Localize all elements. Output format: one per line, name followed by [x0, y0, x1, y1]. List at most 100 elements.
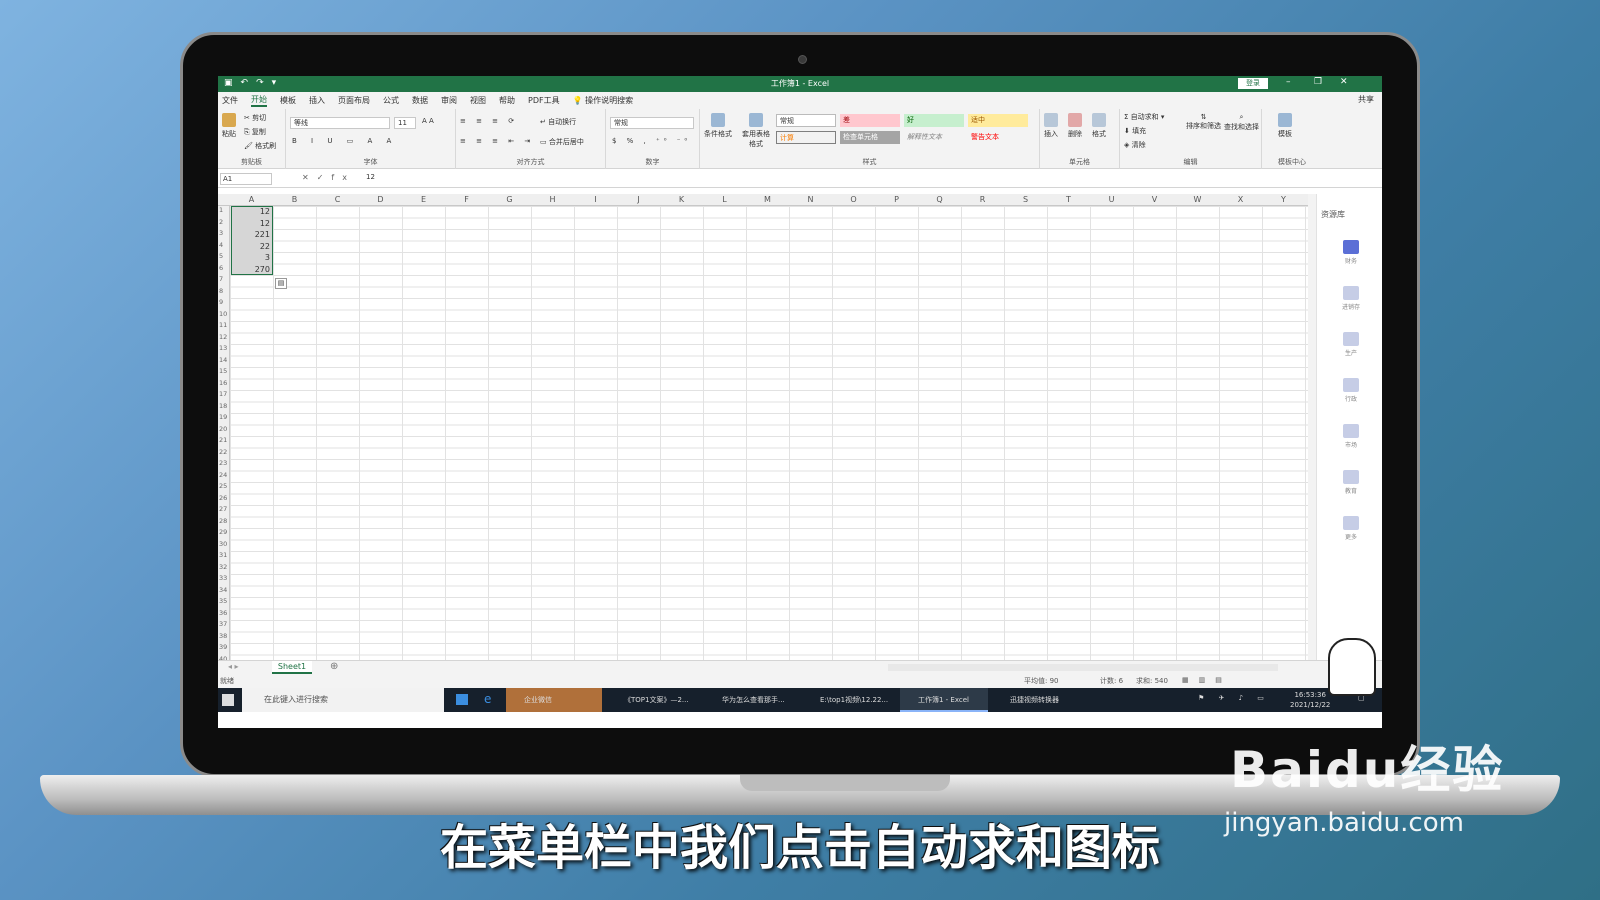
row-header[interactable]: 33 [219, 574, 227, 582]
column-header[interactable]: D [359, 195, 402, 204]
column-header[interactable]: S [1004, 195, 1047, 204]
side-panel-item[interactable]: 市场 [1335, 424, 1367, 449]
clear-button[interactable]: ◈ 清除 [1124, 140, 1146, 150]
vertical-scrollbar[interactable] [1308, 194, 1316, 660]
ie-browser-icon[interactable]: e [484, 692, 491, 706]
row-header[interactable]: 19 [219, 413, 227, 421]
row-header[interactable]: 17 [219, 390, 227, 398]
quick-analysis-icon[interactable]: ▤ [275, 278, 287, 289]
format-cells-button[interactable]: 格式 [1092, 113, 1106, 139]
cell-a4[interactable]: 22 [234, 242, 270, 251]
taskbar-item-wecom[interactable]: 企业微信 [506, 688, 602, 712]
style-explanatory[interactable]: 解释性文本 [904, 131, 964, 144]
row-header[interactable]: 16 [219, 379, 227, 387]
templates-button[interactable]: 模板 [1278, 113, 1292, 139]
row-header[interactable]: 7 [219, 275, 223, 283]
row-header[interactable]: 10 [219, 310, 227, 318]
row-header[interactable]: 32 [219, 563, 227, 571]
row-header[interactable]: 31 [219, 551, 227, 559]
row-header[interactable]: 27 [219, 505, 227, 513]
row-header[interactable]: 35 [219, 597, 227, 605]
style-normal[interactable]: 常规 [776, 114, 836, 127]
column-header[interactable]: W [1176, 195, 1219, 204]
tab-pdf-tools[interactable]: PDF工具 [528, 95, 560, 106]
column-header[interactable]: T [1047, 195, 1090, 204]
column-header[interactable]: B [273, 195, 316, 204]
find-select-button[interactable]: ⌕ 查找和选择 [1224, 113, 1259, 132]
row-header[interactable]: 29 [219, 528, 227, 536]
row-header[interactable]: 13 [219, 344, 227, 352]
row-header[interactable]: 24 [219, 471, 227, 479]
column-header[interactable]: P [875, 195, 918, 204]
column-header[interactable]: L [703, 195, 746, 204]
column-header[interactable]: G [488, 195, 531, 204]
tab-help[interactable]: 帮助 [499, 95, 515, 106]
row-header[interactable]: 8 [219, 287, 223, 295]
row-header[interactable]: 14 [219, 356, 227, 364]
row-header[interactable]: 12 [219, 333, 227, 341]
ribbon-display-icon[interactable]: ▭ [1258, 77, 1267, 87]
fill-button[interactable]: ⬇ 填充 [1124, 126, 1146, 136]
copy-button[interactable]: ⎘ 复制 [244, 127, 266, 137]
row-header[interactable]: 21 [219, 436, 227, 444]
column-header[interactable]: N [789, 195, 832, 204]
style-good[interactable]: 好 [904, 114, 964, 127]
share-button[interactable]: 共享 [1358, 94, 1374, 105]
taskbar-item-top1-doc[interactable]: 《TOP1文案》—2... [606, 688, 700, 712]
number-format-icons[interactable]: $ % , ⁺⁰ ⁻⁰ [612, 137, 691, 145]
column-header[interactable]: H [531, 195, 574, 204]
column-header[interactable]: F [445, 195, 488, 204]
column-header[interactable]: V [1133, 195, 1176, 204]
column-header[interactable]: K [660, 195, 703, 204]
side-panel-item[interactable]: 财务 [1335, 240, 1367, 265]
windows-start-icon[interactable] [222, 694, 234, 706]
autosum-button[interactable]: Σ 自动求和 ▾ [1124, 112, 1164, 122]
conditional-format-button[interactable]: 条件格式 [704, 113, 732, 139]
table-format-button[interactable]: 套用表格格式 [740, 113, 772, 149]
cell-a2[interactable]: 12 [234, 219, 270, 228]
wrap-text-button[interactable]: ↵ 自动换行 [540, 117, 576, 127]
column-header[interactable]: C [316, 195, 359, 204]
formula-input[interactable]: 12 [366, 173, 375, 181]
row-header[interactable]: 34 [219, 586, 227, 594]
row-header[interactable]: 26 [219, 494, 227, 502]
row-header[interactable]: 38 [219, 632, 227, 640]
taskbar-item-excel[interactable]: 工作簿1 - Excel [900, 688, 988, 712]
row-header[interactable]: 18 [219, 402, 227, 410]
paste-button[interactable]: 粘贴 [222, 113, 236, 139]
style-calculation[interactable]: 计算 [776, 131, 836, 144]
number-format-select[interactable]: 常规 [610, 117, 694, 129]
sheet-tab-sheet1[interactable]: Sheet1 [272, 661, 312, 674]
row-header[interactable]: 5 [219, 252, 223, 260]
tab-review[interactable]: 审阅 [441, 95, 457, 106]
font-style-buttons[interactable]: B I U ▭ A A [292, 137, 397, 145]
taskbar-item-huawei[interactable]: 华为怎么查看那手... [704, 688, 798, 712]
font-size-select[interactable]: 11 [394, 117, 416, 129]
maximize-icon[interactable]: ❐ [1314, 77, 1322, 87]
horizontal-scrollbar[interactable] [888, 664, 1278, 671]
column-header[interactable]: R [961, 195, 1004, 204]
close-icon[interactable]: ✕ [1340, 77, 1348, 87]
name-box[interactable]: A1 [220, 173, 272, 185]
delete-cells-button[interactable]: 删除 [1068, 113, 1082, 139]
column-header[interactable]: Y [1262, 195, 1305, 204]
tab-view[interactable]: 视图 [470, 95, 486, 106]
cell-a5[interactable]: 3 [234, 253, 270, 262]
column-header[interactable]: Q [918, 195, 961, 204]
tab-formulas[interactable]: 公式 [383, 95, 399, 106]
row-header[interactable]: 4 [219, 241, 223, 249]
font-name-select[interactable]: 等线 [290, 117, 390, 129]
column-header[interactable]: J [617, 195, 660, 204]
row-header[interactable]: 37 [219, 620, 227, 628]
tab-page-layout[interactable]: 页面布局 [338, 95, 370, 106]
align-top-icons[interactable]: ≡ ≡ ≡ ⟳ [460, 117, 518, 125]
column-header[interactable]: M [746, 195, 789, 204]
taskbar-search[interactable]: 在此键入进行搜索 [242, 688, 444, 712]
column-header[interactable]: I [574, 195, 617, 204]
row-header[interactable]: 2 [219, 218, 223, 226]
system-tray-icons[interactable]: ⚑ ✈ ♪ ▭ [1198, 694, 1270, 702]
style-warning[interactable]: 警告文本 [968, 131, 1028, 144]
side-panel-item[interactable]: 进销存 [1335, 286, 1367, 311]
row-header[interactable]: 1 [219, 206, 223, 214]
row-header[interactable]: 20 [219, 425, 227, 433]
